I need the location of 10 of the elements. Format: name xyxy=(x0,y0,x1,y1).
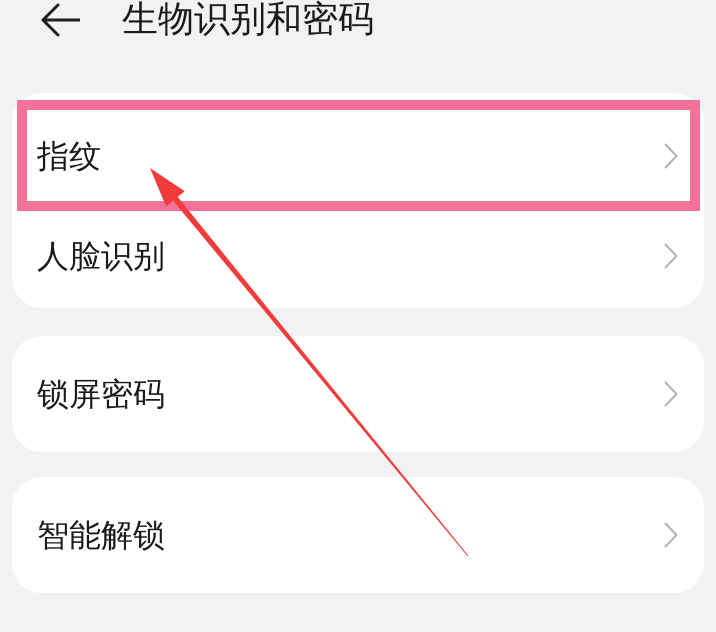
menu-item[interactable]: 智能解锁 xyxy=(12,477,704,593)
chevron-right-icon xyxy=(664,142,678,168)
menu-item[interactable]: 指纹 xyxy=(27,110,690,201)
chevron-right-icon xyxy=(664,381,678,407)
chevron-right-icon xyxy=(664,243,678,269)
page-title: 生物识别和密码 xyxy=(122,0,374,40)
menu-item[interactable]: 人脸识别 xyxy=(12,211,704,301)
chevron-right-icon xyxy=(664,522,678,548)
menu-item[interactable]: 锁屏密码 xyxy=(12,336,704,452)
back-arrow-icon[interactable] xyxy=(40,3,80,37)
